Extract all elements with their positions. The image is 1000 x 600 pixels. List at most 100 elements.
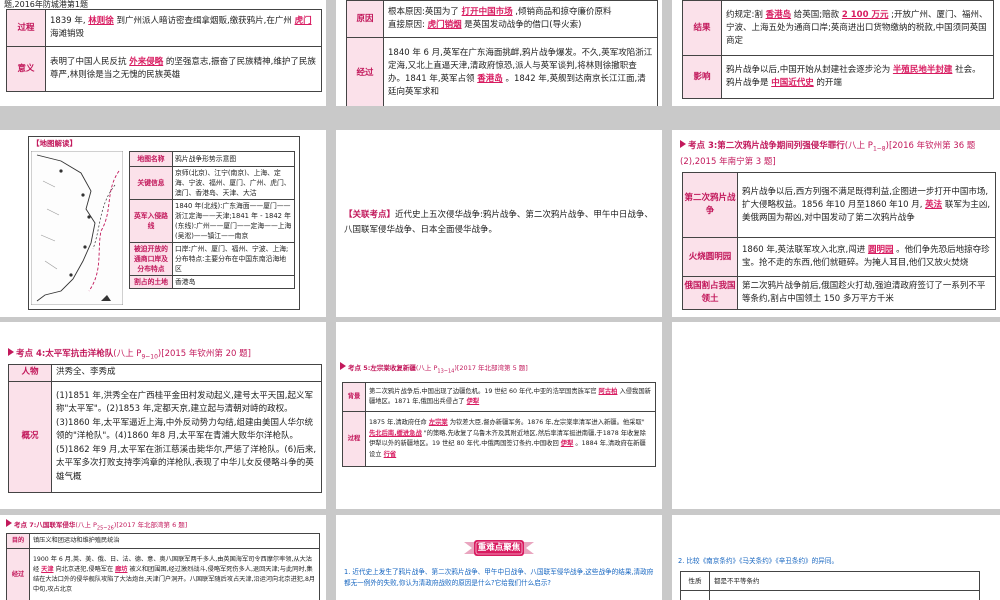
- table-row: 关键信息 京师(北京)、江宁(南京)、上海、定海、宁波、福州、厦门、广州、虎门、…: [129, 166, 295, 200]
- kp3-title: 考点 3:第二次鸦片战争期间列强侵华罪行: [688, 141, 845, 151]
- kp4-source-pages: 9~10: [141, 353, 158, 361]
- kp5-source-pages: 13~14: [437, 368, 455, 375]
- row-content: 1860 年,英法联军攻入北京,闯进 圆明园 。他们争先恐后地掠夺珍宝。抢不走的…: [737, 237, 996, 277]
- table-row: 被迫开放的通商口岸及分布特点 口岸:广州、厦门、福州、宁波、上海;分布特点:主要…: [129, 242, 295, 276]
- row-label: 地图名称: [129, 151, 173, 167]
- map-reading-header: 【地图解读】: [32, 139, 77, 148]
- kp3-source-pages: 1~8: [872, 145, 886, 153]
- table-row: 意义 表明了中国人民反抗 外来侵略 的坚强意志,振奋了民族精神,维护了民族尊严,…: [6, 46, 322, 92]
- slide-6-second-opium-war[interactable]: 考点 3:第二次鸦片战争期间列强侵华罪行(八上 P1~8)[2016 年钦州第 …: [672, 130, 1000, 317]
- slide-4-map-reading[interactable]: 【地图解读】 地图名称 鸦片战争形势示意图 关键信息 京师(北京)、江宁(南京)…: [0, 130, 326, 317]
- row-label-empty: [680, 590, 710, 600]
- row-label: 影响: [682, 55, 722, 99]
- kp3-source: (八上 P: [844, 141, 873, 151]
- row-label: 结果: [682, 0, 722, 56]
- table-row: 人物 洪秀全、李秀成: [8, 364, 322, 382]
- row-label: 割占的土地: [129, 275, 173, 289]
- text: 直接原因:: [388, 20, 428, 30]
- slide-7-taiping[interactable]: 考点 4:太平军抗击洋枪队(八上 P9~10)[2015 年钦州第 20 题] …: [0, 322, 326, 509]
- answer-text: 天津: [41, 566, 54, 573]
- kp4-heading: 考点 4:太平军抗击洋枪队(八上 P9~10)[2015 年钦州第 20 题]: [8, 347, 322, 361]
- row-label: 第二次鸦片战争: [682, 172, 738, 238]
- kp7-table: 目的 镇压义和团运动和维护殖民统治 经过 1900 年 6 月,英、美、俄、日、…: [6, 533, 320, 600]
- answer-text: 廊坊: [115, 566, 128, 573]
- row-label: 背景: [342, 382, 366, 412]
- slide-3-treaty-of-nanjing[interactable]: 结果 约规定:割 香港岛 给英国;赔款 2 100 万元 ;开放广州、厦门、福州…: [672, 0, 1000, 106]
- kp7-title: 考点 7:八国联军侵华: [14, 521, 76, 529]
- row-label: 俄国割占我国领土: [682, 276, 738, 310]
- kp5-title: 考点 5:左宗棠收复新疆: [348, 364, 416, 372]
- kp7-source-pages: 25~26: [96, 525, 114, 532]
- text: 为钦差大臣,督办新疆军务。1876 年,左宗棠率清军进入新疆。他采取": [447, 419, 645, 426]
- answer-text: 阿古柏: [598, 387, 618, 395]
- answer-text: 半殖民地半封建: [892, 65, 953, 75]
- table-row: 经过 1840 年 6 月,英军在广东海面挑衅,鸦片战争爆发。不久,英军攻陷浙江…: [346, 37, 658, 106]
- answer-text: 虎门: [294, 16, 312, 26]
- slide-12-treaty-compare[interactable]: 2. 比较《南京条约》《马关条约》《辛丑条约》的异同。 性质 都是不平等条约: [672, 515, 1000, 600]
- map-info-table: 地图名称 鸦片战争形势示意图 关键信息 京师(北京)、江宁(南京)、上海、定海、…: [129, 151, 295, 289]
- text: 根本原因:英国为了: [388, 7, 462, 17]
- row-content: 根本原因:英国为了 打开中国市场 ,倾销商品和掠夺廉价原料 直接原因: 虎门销烟 …: [383, 0, 658, 38]
- row-label: 火烧圆明园: [682, 237, 738, 277]
- table-row: 性质 都是不平等条约: [680, 571, 980, 591]
- answer-text: 外来侵略: [129, 57, 164, 67]
- opium-war-map: [31, 151, 123, 305]
- text: 鸦片战争以后,中国开始从封建社会逐步沦为: [726, 65, 893, 75]
- kp5-ref: [2017 年北部湾第 5 题]: [456, 364, 528, 372]
- row-content: 1900 年 6 月,英、美、俄、日、法、德、意、奥八国联军两千多人,由英国海军…: [29, 548, 320, 600]
- answer-text: 伊犁: [560, 440, 574, 447]
- table-row: 火烧圆明园 1860 年,英法联军攻入北京,闯进 圆明园 。他们争先恐后地掠夺珍…: [682, 237, 996, 277]
- answer-text: 英法: [925, 199, 943, 210]
- kp5-source: (八上 P: [415, 364, 438, 372]
- kp3-table: 第二次鸦片战争 鸦片战争以后,西方列强不满足既得利益,企图进一步打开中国市场,扩…: [682, 172, 996, 310]
- row-label: 人物: [8, 364, 52, 382]
- text: 给英国;赔款: [791, 9, 842, 20]
- row-label: 经过: [6, 548, 30, 600]
- triangle-bullet-icon: [8, 348, 14, 356]
- row-content: (1)1851 年,洪秀全在广西桂平金田村发动起义,建号太平天国,起义军称"太平…: [51, 381, 322, 493]
- triangle-bullet-icon: [6, 519, 12, 527]
- row-content: 口岸:广州、厦门、福州、宁波、上海;分布特点:主要分布在中国东南沿海地区: [172, 242, 295, 276]
- row-content: 鸦片战争以后,西方列强不满足既得利益,企图进一步打开中国市场,扩大侵略权益。18…: [737, 172, 996, 238]
- text: ,倾销商品和掠夺廉价原料: [512, 7, 612, 17]
- table-row: 第二次鸦片战争 鸦片战争以后,西方列强不满足既得利益,企图进一步打开中国市场,扩…: [682, 172, 996, 238]
- text: 1860 年,英法联军攻入北京,闯进: [742, 245, 868, 255]
- row-content: 1839 年, 林则徐 到广州派人暗访密查缉拿烟贩,缴获鸦片,在广州 虎门 海滩…: [45, 9, 322, 47]
- table-row: [680, 590, 980, 600]
- text: 海滩销毁: [50, 29, 85, 39]
- kp4-table: 人物 洪秀全、李秀成 概况 (1)1851 年,洪秀全在广西桂平金田村发动起义,…: [8, 364, 322, 493]
- kp4-source: (八上 P: [113, 349, 142, 359]
- answer-text: 中国近代史: [771, 78, 814, 88]
- row-content: 约规定:割 香港岛 给英国;赔款 2 100 万元 ;开放广州、厦门、福州、宁波…: [721, 0, 994, 56]
- slide-5-related-points[interactable]: 【关联考点】近代史上五次侵华战争:鸦片战争、第二次鸦片战争、甲午中日战争、八国联…: [336, 130, 662, 317]
- question-2: 2. 比较《南京条约》《马关条约》《辛丑条约》的异同。: [678, 557, 839, 565]
- table-row: 影响 鸦片战争以后,中国开始从封建社会逐步沦为 半殖民地半封建 社会。鸦片战争是…: [682, 55, 994, 99]
- row-content: 鸦片战争形势示意图: [172, 151, 295, 167]
- text: 1875 年,清政府任命: [369, 419, 429, 426]
- kp5-heading: 考点 5:左宗棠收复新疆(八上 P13~14)[2017 年北部湾第 5 题]: [340, 362, 658, 374]
- row-label: 原因: [346, 0, 384, 38]
- row-content: 第二次鸦片战争后,中国出现了边疆危机。19 世纪 60 年代,中亚的浩罕国贵族军…: [365, 382, 656, 412]
- slide-1-table: 过程 1839 年, 林则徐 到广州派人暗访密查缉拿烟贩,缴获鸦片,在广州 虎门…: [6, 9, 322, 92]
- table-row: 过程 1875 年,清政府任命 左宗棠 为钦差大臣,督办新疆军务。1876 年,…: [342, 411, 656, 467]
- answer-text: 香港岛: [765, 9, 792, 20]
- slide-8-xinjiang[interactable]: 考点 5:左宗棠收复新疆(八上 P13~14)[2017 年北部湾第 5 题] …: [336, 322, 662, 509]
- answer-text: 虎门销烟: [427, 20, 462, 30]
- table-row: 过程 1839 年, 林则徐 到广州派人暗访密查缉拿烟贩,缴获鸦片,在广州 虎门…: [6, 9, 322, 47]
- kp5-table: 背景 第二次鸦片战争后,中国出现了边疆危机。19 世纪 60 年代,中亚的浩罕国…: [342, 382, 656, 467]
- slide-3-table: 结果 约规定:割 香港岛 给英国;赔款 2 100 万元 ;开放广州、厦门、福州…: [682, 0, 994, 99]
- key-focus-title: 重难点聚焦: [477, 543, 521, 553]
- kp7-ref: [2017 年北部湾第 6 题]: [116, 521, 188, 529]
- related-points-text: 【关联考点】近代史上五次侵华战争:鸦片战争、第二次鸦片战争、甲午中日战争、八国联…: [344, 208, 654, 238]
- slide-9-blank[interactable]: [672, 322, 1000, 509]
- table-row: 概况 (1)1851 年,洪秀全在广西桂平金田村发动起义,建号太平天国,起义军称…: [8, 381, 322, 493]
- slide-1-lin-zexu[interactable]: 题,2016年防城港第1题 过程 1839 年, 林则徐 到广州派人暗访密查缉拿…: [0, 0, 326, 106]
- row-content: 1840 年(北线):广东海面——厦门——浙江定海——天津;1841 年 - 1…: [172, 199, 295, 243]
- slide-2-opium-war[interactable]: 原因 根本原因:英国为了 打开中国市场 ,倾销商品和掠夺廉价原料 直接原因: 虎门…: [336, 0, 662, 106]
- row-content: 1875 年,清政府任命 左宗棠 为钦差大臣,督办新疆军务。1876 年,左宗棠…: [365, 411, 656, 467]
- slide-10-eight-nation[interactable]: 考点 7:八国联军侵华(八上 P25~26)[2017 年北部湾第 6 题] 目…: [0, 515, 326, 600]
- table-row: 经过 1900 年 6 月,英、美、俄、日、法、德、意、奥八国联军两千多人,由英…: [6, 548, 320, 600]
- table-row: 结果 约规定:割 香港岛 给英国;赔款 2 100 万元 ;开放广州、厦门、福州…: [682, 0, 994, 56]
- slide-11-key-focus[interactable]: 重难点聚焦 1. 近代史上发生了鸦片战争、第二次鸦片战争、甲午中日战争、八国联军…: [336, 515, 662, 600]
- table-row: 俄国割占我国领土 第二次鸦片战争前后,俄国趁火打劫,强迫清政府签订了一系列不平等…: [682, 276, 996, 310]
